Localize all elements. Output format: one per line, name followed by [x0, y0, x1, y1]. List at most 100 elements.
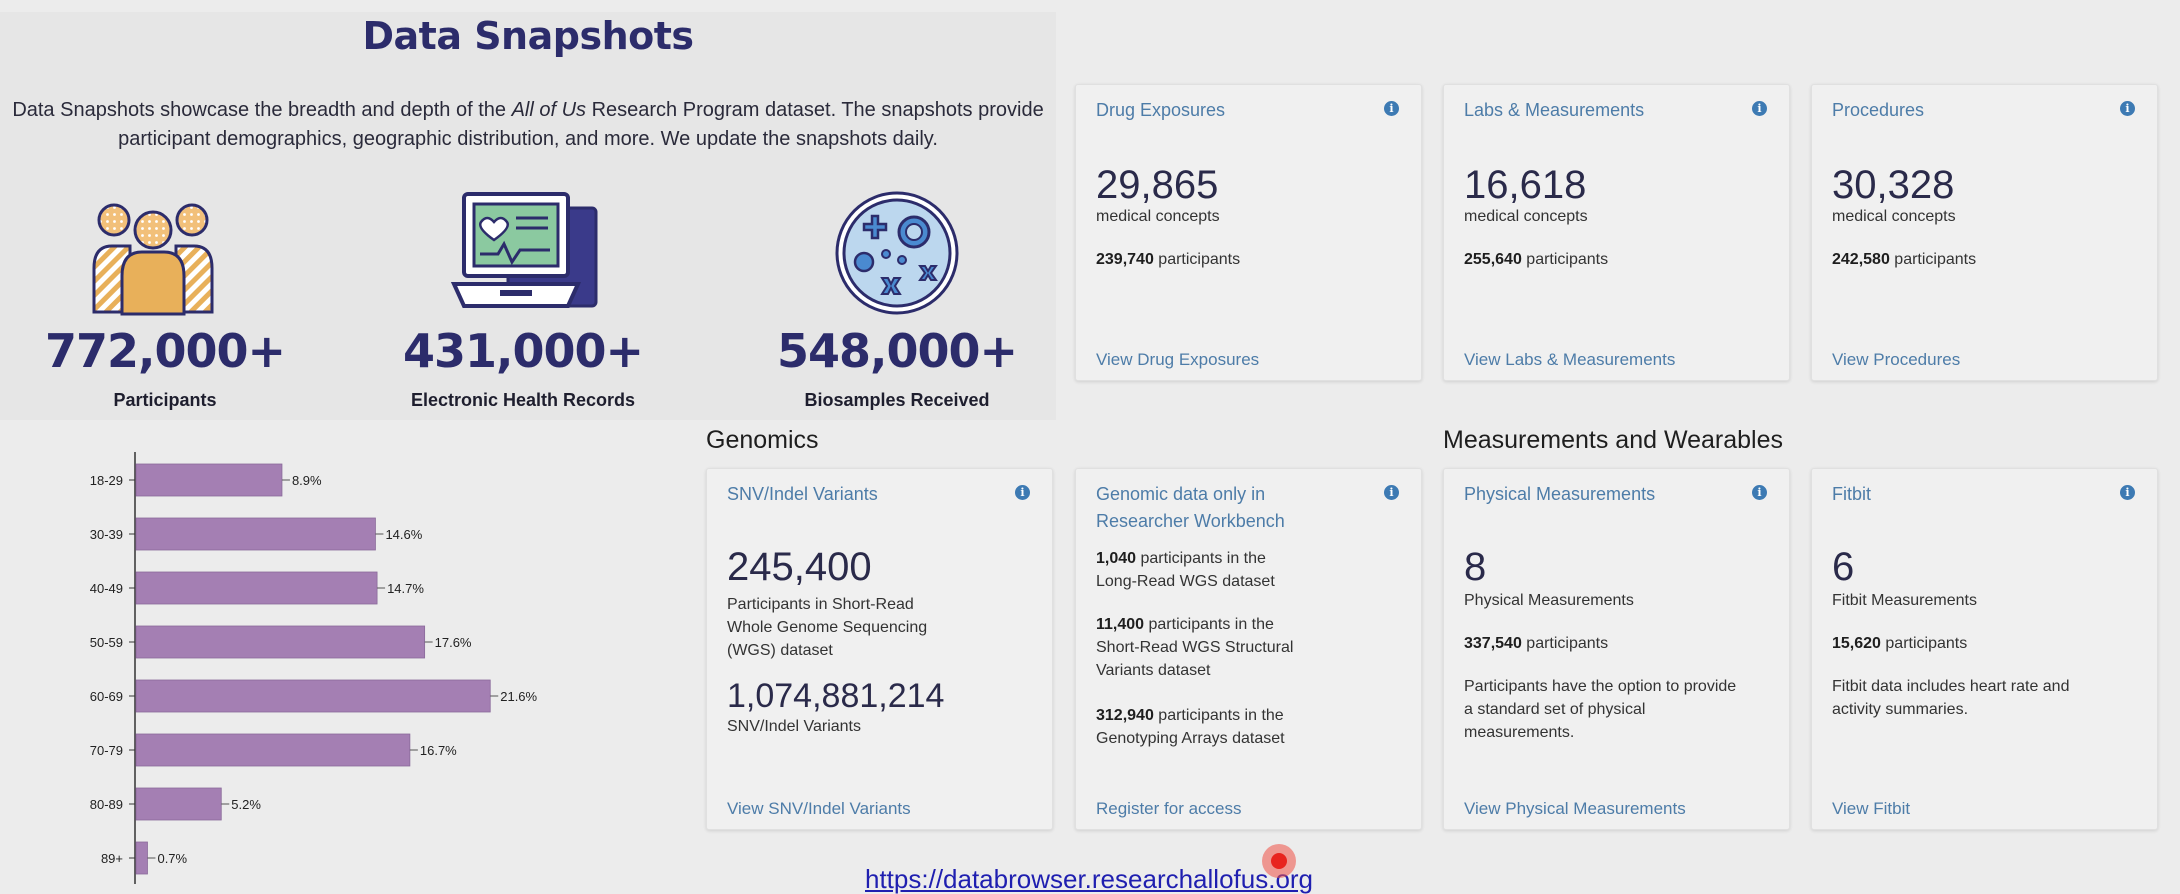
participants-number: 337,540	[1464, 635, 1522, 652]
card-labs-measurements[interactable]: Labs & Measurements i 16,618 medical con…	[1443, 84, 1790, 381]
participants-word: participants	[1526, 635, 1609, 652]
recording-indicator-icon	[1262, 844, 1296, 878]
participants-number: 15,620	[1832, 635, 1881, 652]
item-number: 312,940	[1096, 707, 1154, 724]
petri-dish-icon	[835, 191, 959, 315]
age-bar	[135, 787, 222, 821]
card-title: Procedures	[1832, 100, 1925, 120]
card-fitbit[interactable]: Fitbit i 6 Fitbit Measurements 15,620 pa…	[1811, 468, 2158, 830]
age-tick-label: 80-89	[90, 797, 123, 812]
item-line: participants in the	[1136, 550, 1266, 567]
card-title: Fitbit	[1832, 484, 1872, 504]
stat-label: Participants	[113, 390, 217, 410]
count-label: medical concepts	[1464, 208, 1588, 225]
desc-line: Participants have the option to provide	[1464, 678, 1737, 695]
stat-ehr: 431,000+ Electronic Health Records	[358, 12, 688, 420]
concept-count: 16,618	[1464, 163, 1587, 207]
card-snv-indel[interactable]: SNV/Indel Variants i 245,400 Participant…	[706, 468, 1053, 830]
card-title: Physical Measurements	[1464, 484, 1656, 504]
bar-value-label: 21.6%	[500, 689, 537, 704]
bar-value-label: 14.6%	[385, 527, 422, 542]
bar-value-label: 16.7%	[420, 743, 457, 758]
card-title: Genomic data only in Researcher Workbench	[1096, 481, 1285, 535]
card-drug-exposures[interactable]: Drug Exposures i 29,865 medical concepts…	[1075, 84, 1422, 381]
info-icon[interactable]: i	[2120, 485, 2135, 500]
wgs-label-line-1: Participants in Short-Read	[727, 596, 914, 613]
register-for-access-link[interactable]: Register for access	[1096, 799, 1242, 819]
desc-line: Fitbit data includes heart rate and	[1832, 678, 2070, 695]
age-tick-label: 40-49	[90, 581, 123, 596]
participants-count: 242,580 participants	[1832, 248, 1976, 271]
wgs-label-line-2: Whole Genome Sequencing	[727, 619, 928, 636]
info-icon[interactable]: i	[1752, 101, 1767, 116]
stat-biosamples: 548,000+ Biosamples Received	[732, 12, 1062, 420]
age-tick-label: 89+	[101, 851, 123, 866]
measurement-count: 6	[1832, 545, 1855, 589]
age-tick-label: 18-29	[90, 473, 123, 488]
genomics-section-title: Genomics	[706, 426, 819, 454]
stat-value: 431,000+	[402, 324, 644, 378]
age-bar	[135, 841, 148, 875]
participants-count: 255,640 participants	[1464, 248, 1608, 271]
count-label: medical concepts	[1832, 208, 1956, 225]
info-icon[interactable]: i	[1752, 485, 1767, 500]
info-icon[interactable]: i	[1015, 485, 1030, 500]
measurement-count: 8	[1464, 545, 1487, 589]
wgs-participant-count: 245,400	[727, 545, 872, 589]
info-icon[interactable]: i	[1384, 101, 1399, 116]
view-labs-link[interactable]: View Labs & Measurements	[1464, 350, 1675, 370]
count-label: Physical Measurements	[1464, 592, 1634, 609]
databrowser-url-link[interactable]: https://databrowser.researchallofus.org	[865, 864, 1313, 894]
item-line: participants in the	[1153, 707, 1284, 724]
age-bar	[135, 733, 411, 767]
age-bar	[135, 625, 426, 659]
participants-icon	[92, 203, 214, 316]
desc-line: activity summaries.	[1832, 701, 1969, 718]
participants-word: participants	[1885, 635, 1968, 652]
participants-word: participants	[1526, 251, 1609, 268]
variant-label: SNV/Indel Variants	[727, 718, 861, 735]
concept-count: 30,328	[1832, 163, 1955, 207]
stat-value: 772,000+	[44, 324, 286, 378]
view-drug-exposures-link[interactable]: View Drug Exposures	[1096, 350, 1259, 370]
item-line: participants in the	[1144, 616, 1274, 633]
view-fitbit-link[interactable]: View Fitbit	[1832, 799, 1910, 819]
info-icon[interactable]: i	[1384, 485, 1399, 500]
variant-count: 1,074,881,214	[727, 677, 945, 715]
title-line-2: Researcher Workbench	[1096, 511, 1285, 531]
item-number: 11,400	[1096, 616, 1145, 633]
participants-word: participants	[1158, 251, 1241, 268]
stat-label: Biosamples Received	[804, 390, 990, 410]
count-label: medical concepts	[1096, 208, 1220, 225]
view-snv-link[interactable]: View SNV/Indel Variants	[727, 799, 911, 819]
data-snapshots-hero: Data Snapshots Data Snapshots showcase t…	[0, 12, 1056, 420]
measurements-section-title: Measurements and Wearables	[1443, 426, 1783, 454]
genotyping-arrays-item: 312,940 participants in the Genotyping A…	[1096, 704, 1285, 750]
age-tick-label: 60-69	[90, 689, 123, 704]
participants-count: 239,740 participants	[1096, 248, 1240, 271]
participants-number: 255,640	[1464, 251, 1522, 268]
participants-count: 337,540 participants	[1464, 632, 1608, 655]
bar-value-label: 0.7%	[157, 851, 187, 866]
age-bar	[135, 571, 378, 605]
info-icon[interactable]: i	[2120, 101, 2135, 116]
view-procedures-link[interactable]: View Procedures	[1832, 350, 1960, 370]
card-procedures[interactable]: Procedures i 30,328 medical concepts 242…	[1811, 84, 2158, 381]
age-bar	[135, 463, 283, 497]
item-number: 1,040	[1096, 550, 1137, 567]
title-line-1: Genomic data only in	[1096, 484, 1266, 504]
item-line: Long-Read WGS dataset	[1096, 573, 1275, 590]
concept-count: 29,865	[1096, 163, 1219, 207]
view-physical-measurements-link[interactable]: View Physical Measurements	[1464, 799, 1686, 819]
stat-participants: 772,000+ Participants	[0, 12, 330, 420]
age-tick-label: 50-59	[90, 635, 123, 650]
description: Fitbit data includes heart rate and acti…	[1832, 675, 2069, 721]
card-physical-measurements[interactable]: Physical Measurements i 8 Physical Measu…	[1443, 468, 1790, 830]
card-genomic-researcher-workbench[interactable]: Genomic data only in Researcher Workbench…	[1075, 468, 1422, 830]
card-title: Labs & Measurements	[1464, 100, 1645, 120]
bar-value-label: 17.6%	[435, 635, 472, 650]
age-bar	[135, 517, 376, 551]
stat-label: Electronic Health Records	[410, 390, 636, 410]
participants-word: participants	[1894, 251, 1977, 268]
desc-line: measurements.	[1464, 724, 1575, 741]
